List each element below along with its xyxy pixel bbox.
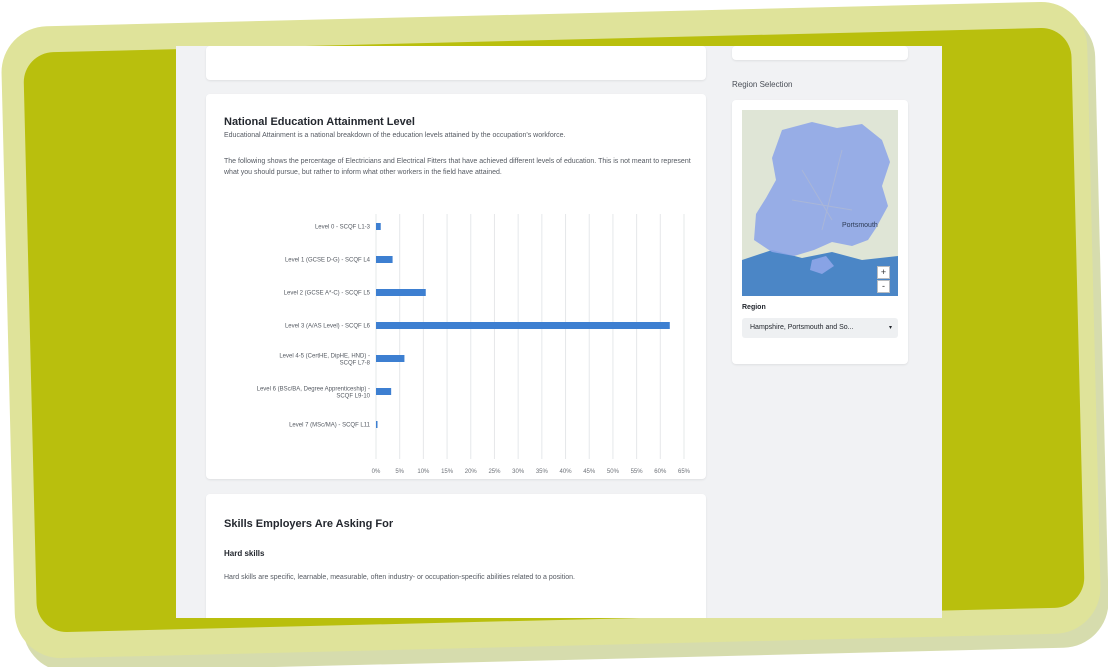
previous-card — [206, 46, 706, 80]
zoom-in-button[interactable]: + — [877, 266, 890, 279]
x-tick-label: 25% — [488, 469, 501, 475]
browser-screen: National Education Attainment Level Educ… — [176, 46, 942, 618]
education-card: National Education Attainment Level Educ… — [206, 94, 706, 479]
region-map[interactable]: Portsmouth + - — [742, 110, 898, 296]
map-graphic — [742, 110, 898, 296]
category-label: Level 1 (GCSE D-G) - SCQF L4 — [285, 258, 371, 264]
region-select-value: Hampshire, Portsmouth and So... — [750, 324, 854, 331]
x-tick-label: 50% — [607, 469, 620, 475]
hard-skills-description: Hard skills are specific, learnable, mea… — [224, 574, 575, 581]
x-tick-label: 45% — [583, 469, 596, 475]
zoom-out-button[interactable]: - — [877, 280, 890, 293]
bar[interactable] — [376, 421, 378, 428]
category-label: Level 0 - SCQF L1-3 — [315, 225, 371, 231]
x-tick-label: 40% — [560, 469, 573, 475]
bar[interactable] — [376, 223, 381, 230]
bar[interactable] — [376, 388, 392, 395]
region-select[interactable]: Hampshire, Portsmouth and So... ▾ — [742, 318, 898, 338]
x-tick-label: 10% — [417, 469, 430, 475]
x-tick-label: 5% — [395, 469, 404, 475]
x-tick-label: 20% — [465, 469, 478, 475]
x-tick-label: 55% — [631, 469, 644, 475]
x-tick-label: 60% — [654, 469, 667, 475]
bar[interactable] — [376, 355, 405, 362]
x-tick-label: 15% — [441, 469, 454, 475]
region-label: Region — [742, 304, 766, 311]
skills-title: Skills Employers Are Asking For — [224, 518, 394, 530]
bar[interactable] — [376, 256, 393, 263]
category-label: Level 4-5 (CertHE, DipHE, HND) -SCQF L7-… — [279, 354, 370, 367]
bar[interactable] — [376, 322, 670, 329]
skills-card: Skills Employers Are Asking For Hard ski… — [206, 494, 706, 618]
region-selection-title: Region Selection — [732, 80, 793, 89]
sidebar-top-card — [732, 46, 908, 60]
bar[interactable] — [376, 289, 426, 296]
chevron-down-icon: ▾ — [888, 325, 892, 331]
x-tick-label: 65% — [678, 469, 691, 475]
category-label: Level 6 (BSc/BA, Degree Apprenticeship) … — [257, 387, 371, 400]
x-tick-label: 35% — [536, 469, 549, 475]
category-label: Level 2 (GCSE A*-C) - SCQF L5 — [284, 291, 371, 297]
x-tick-label: 0% — [372, 469, 381, 475]
hard-skills-title: Hard skills — [224, 549, 265, 558]
region-card: Portsmouth + - Region Hampshire, Portsmo… — [732, 100, 908, 364]
x-tick-label: 30% — [512, 469, 525, 475]
category-label: Level 3 (A/AS Level) - SCQF L6 — [285, 324, 371, 330]
education-chart: 0% 5% 10% 15% 20% 25% 30% 35% 40% 45% 50% 55% 60% 65%… — [257, 214, 691, 475]
map-town-label: Portsmouth — [842, 222, 878, 229]
category-label: Level 7 (MSc/MA) - SCQF L11 — [289, 423, 371, 429]
